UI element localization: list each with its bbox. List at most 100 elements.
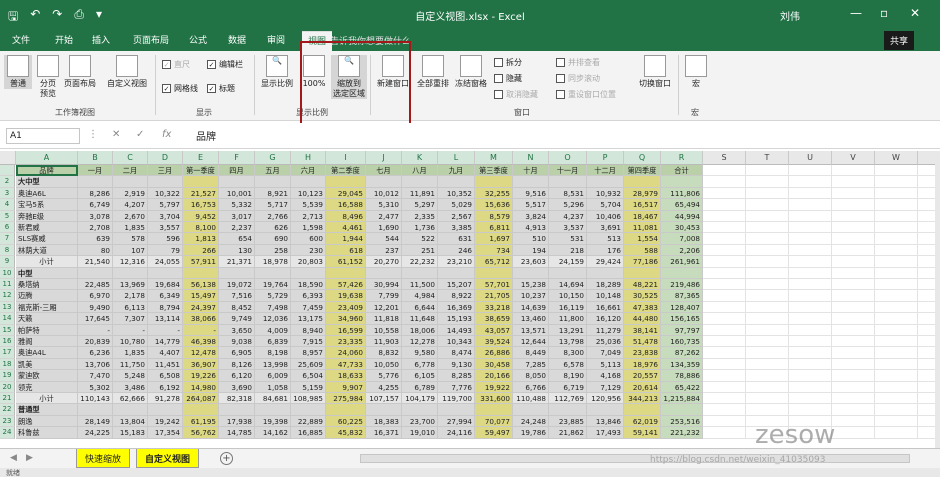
table-cell[interactable]: 107,157 — [366, 393, 402, 405]
restore-button[interactable]: ▫ — [880, 6, 888, 20]
table-cell[interactable]: 59,141 — [624, 427, 661, 439]
table-cell[interactable]: 8,126 — [219, 358, 255, 371]
table-cell[interactable]: 20,614 — [624, 381, 661, 393]
split-button[interactable]: 拆分 — [494, 57, 522, 68]
table-cell[interactable]: 30,525 — [624, 290, 661, 302]
table-cell[interactable]: 24,116 — [438, 427, 475, 439]
table-cell[interactable]: 30,458 — [475, 358, 513, 371]
table-cell[interactable]: 8,449 — [513, 347, 549, 359]
table-cell[interactable]: 7,285 — [513, 358, 549, 371]
table-cell[interactable] — [475, 176, 513, 188]
table-cell[interactable] — [875, 381, 918, 393]
table-cell[interactable]: 9,038 — [219, 336, 255, 348]
cancel-icon[interactable]: ✕ — [112, 129, 120, 140]
table-cell[interactable]: 7,459 — [291, 301, 326, 314]
table-cell[interactable] — [918, 336, 935, 348]
table-cell[interactable] — [832, 404, 875, 416]
table-cell[interactable]: 24,060 — [326, 347, 366, 359]
table-cell[interactable] — [703, 336, 746, 348]
table-cell[interactable]: 13,571 — [513, 324, 549, 336]
table-cell[interactable]: 19,764 — [255, 279, 291, 291]
table-cell[interactable]: 531 — [549, 233, 587, 245]
table-cell[interactable]: 30,453 — [661, 222, 703, 234]
table-cell[interactable]: 19,010 — [402, 427, 438, 439]
table-cell[interactable] — [789, 267, 832, 279]
table-cell[interactable]: 15,497 — [183, 290, 219, 302]
table-cell[interactable]: 20,839 — [78, 336, 113, 348]
column-header[interactable]: T — [746, 151, 789, 165]
column-header[interactable]: F — [219, 151, 255, 165]
table-cell[interactable]: 4,207 — [113, 199, 148, 211]
table-cell[interactable] — [746, 404, 789, 416]
table-cell[interactable]: 8,496 — [326, 210, 366, 222]
row-header[interactable]: 24 — [0, 427, 15, 439]
table-cell[interactable] — [78, 404, 113, 416]
table-cell[interactable] — [875, 279, 918, 291]
table-cell[interactable]: 15,183 — [113, 427, 148, 439]
table-cell[interactable]: 4,237 — [549, 210, 587, 222]
section-label[interactable]: 普通型 — [16, 404, 78, 416]
table-cell[interactable]: 17,938 — [219, 415, 255, 428]
row-label[interactable]: 蒙迪欧 — [16, 370, 78, 382]
row-label[interactable]: 奔驰E级 — [16, 210, 78, 222]
table-cell[interactable] — [789, 404, 832, 416]
table-cell[interactable]: 18,006 — [402, 324, 438, 336]
table-cell[interactable]: 618 — [326, 244, 366, 257]
table-cell[interactable]: 690 — [255, 233, 291, 245]
arrange-all-button[interactable]: 全部重排 — [414, 55, 452, 89]
table-cell[interactable] — [746, 176, 789, 188]
table-cell[interactable] — [875, 267, 918, 279]
table-cell[interactable]: 27,994 — [438, 415, 475, 428]
table-cell[interactable]: 578 — [113, 233, 148, 245]
table-cell[interactable] — [703, 301, 746, 314]
table-cell[interactable] — [438, 267, 475, 279]
table-cell[interactable]: 32,255 — [475, 187, 513, 200]
table-cell[interactable]: 8,198 — [255, 347, 291, 359]
table-cell[interactable]: 2,919 — [113, 187, 148, 200]
table-cell[interactable] — [832, 222, 875, 234]
row-header[interactable]: 20 — [0, 381, 15, 393]
row-header[interactable]: 19 — [0, 370, 15, 382]
custom-views-button[interactable]: 自定义视图 — [102, 55, 152, 89]
table-cell[interactable] — [875, 165, 918, 177]
table-cell[interactable]: 51,478 — [624, 336, 661, 348]
table-cell[interactable] — [475, 404, 513, 416]
table-cell[interactable] — [746, 393, 789, 405]
table-cell[interactable] — [918, 359, 935, 371]
row-label[interactable]: 宝马5系 — [16, 199, 78, 211]
table-cell[interactable] — [402, 176, 438, 188]
header-cell[interactable]: 九月 — [438, 165, 475, 177]
table-cell[interactable]: 6,905 — [219, 347, 255, 359]
table-cell[interactable]: 80 — [78, 244, 113, 257]
table-cell[interactable]: 65,712 — [475, 256, 513, 268]
row-label[interactable]: SLS赛威 — [16, 233, 78, 245]
column-header[interactable]: A — [16, 151, 78, 165]
table-cell[interactable]: 654 — [219, 233, 255, 245]
row-label[interactable]: 雅阁 — [16, 336, 78, 348]
table-cell[interactable]: 9,516 — [513, 187, 549, 200]
table-cell[interactable] — [832, 244, 875, 257]
table-cell[interactable] — [918, 290, 935, 302]
table-cell[interactable] — [703, 222, 746, 234]
header-cell[interactable]: 二月 — [113, 165, 148, 177]
table-cell[interactable] — [148, 404, 183, 416]
table-cell[interactable] — [703, 324, 746, 336]
table-cell[interactable] — [703, 290, 746, 302]
table-cell[interactable]: 6,719 — [549, 381, 587, 393]
table-cell[interactable]: 14,493 — [438, 324, 475, 336]
table-cell[interactable] — [703, 244, 746, 257]
table-cell[interactable]: 57,911 — [183, 256, 219, 268]
table-cell[interactable]: 8,286 — [78, 187, 113, 200]
table-cell[interactable]: 17,354 — [148, 427, 183, 439]
table-cell[interactable]: 588 — [624, 244, 661, 257]
table-cell[interactable]: 218 — [549, 244, 587, 257]
table-cell[interactable] — [789, 290, 832, 302]
table-cell[interactable]: 8,285 — [438, 370, 475, 382]
table-cell[interactable]: 25,609 — [291, 358, 326, 371]
table-cell[interactable] — [918, 404, 935, 416]
table-cell[interactable]: 65,422 — [661, 381, 703, 393]
table-cell[interactable]: 11,891 — [402, 187, 438, 200]
table-cell[interactable]: 1,697 — [475, 233, 513, 245]
table-cell[interactable]: 18,383 — [366, 415, 402, 428]
table-cell[interactable]: 65,494 — [661, 199, 703, 211]
